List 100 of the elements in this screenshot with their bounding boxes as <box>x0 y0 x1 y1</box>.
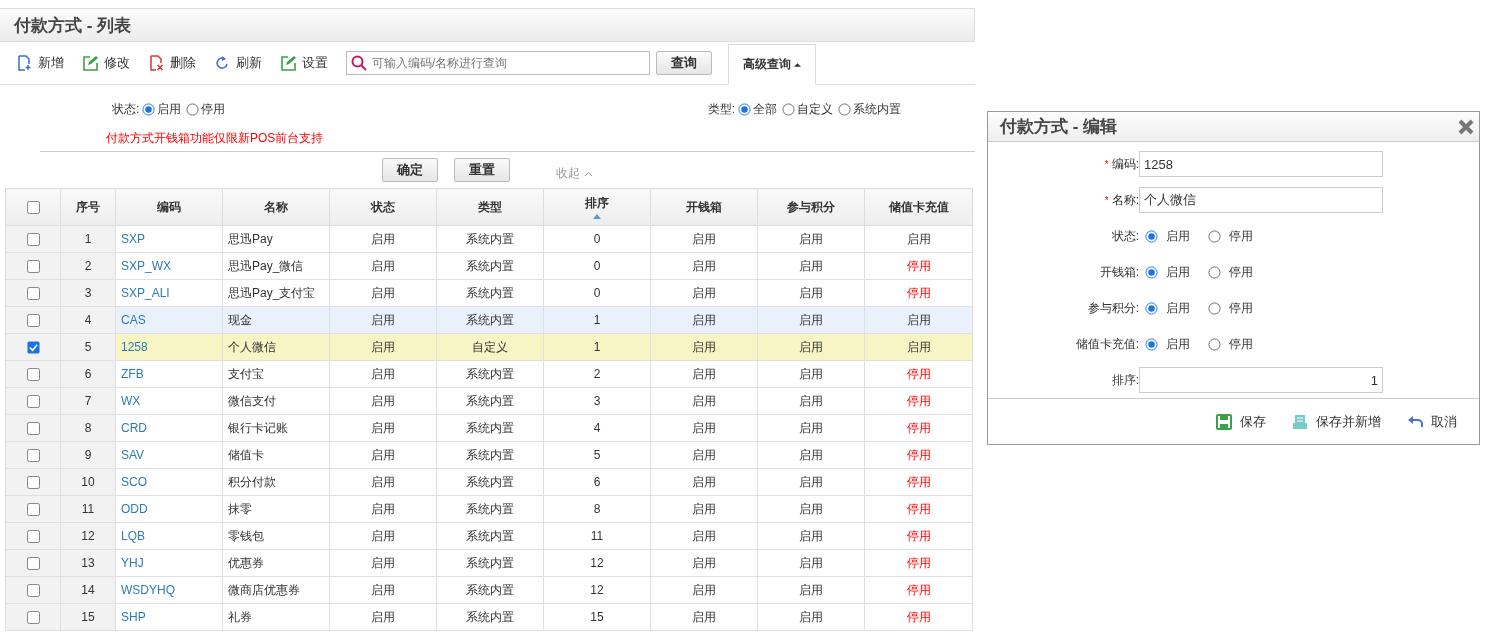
advanced-search-tab[interactable]: 高级查询 <box>728 44 816 85</box>
checkbox[interactable] <box>26 368 40 382</box>
radio-button[interactable] <box>1208 229 1221 243</box>
text-field[interactable]: 个人微信 <box>1139 187 1383 214</box>
table-cell: 1 <box>543 306 651 334</box>
checkbox[interactable] <box>26 314 40 328</box>
table-cell: 3 <box>543 387 651 415</box>
toolbar-button[interactable]: 刷新 <box>214 54 262 72</box>
search-button[interactable]: 查询 <box>656 51 712 75</box>
dialog-button[interactable]: 取消 <box>1407 412 1457 431</box>
column-header[interactable]: 参与积分 <box>757 188 865 226</box>
checkbox[interactable] <box>26 287 40 301</box>
table-cell: 思迅Pay <box>222 225 330 253</box>
confirm-button[interactable]: 确定 <box>382 157 438 182</box>
table-cell: 12 <box>543 549 651 577</box>
table-cell: 停用 <box>864 360 973 388</box>
checkbox[interactable] <box>26 476 40 490</box>
checkbox[interactable] <box>26 503 40 517</box>
caret-up-icon <box>794 62 801 67</box>
checkbox[interactable] <box>26 530 40 544</box>
table-cell: 0 <box>543 279 651 307</box>
radio-button[interactable] <box>1208 337 1221 351</box>
column-header[interactable]: 开钱箱 <box>650 188 758 226</box>
table-cell: 停用 <box>864 522 973 550</box>
table-cell: YHJ <box>115 549 223 577</box>
table-cell: 启用 <box>757 576 865 604</box>
table-cell: 启用 <box>329 252 437 280</box>
column-header[interactable]: 序号 <box>60 188 116 226</box>
table-cell: 启用 <box>329 279 437 307</box>
column-header[interactable]: 类型 <box>436 188 544 226</box>
checkbox[interactable] <box>26 557 40 571</box>
table-cell: 启用 <box>757 441 865 469</box>
column-header[interactable]: 编码 <box>115 188 223 226</box>
table-cell: 系统内置 <box>436 306 544 334</box>
table-cell: 系统内置 <box>436 387 544 415</box>
table-cell: 启用 <box>329 387 437 415</box>
checkbox[interactable] <box>26 611 40 625</box>
search-field[interactable]: 可输入编码/名称进行查询 <box>346 51 650 75</box>
column-header[interactable]: 排序 <box>543 188 651 226</box>
radio-label: 启用 <box>1166 227 1190 245</box>
column-header[interactable]: 名称 <box>222 188 330 226</box>
radio-button[interactable] <box>186 103 200 116</box>
checkbox[interactable] <box>26 260 40 274</box>
dialog-button[interactable]: 保存 <box>1216 412 1266 431</box>
table-cell: SAV <box>115 441 223 469</box>
table-cell: 启用 <box>650 522 758 550</box>
table-cell: SCO <box>115 468 223 496</box>
dialog-title: 付款方式 - 编辑 <box>1000 116 1118 139</box>
radio-button[interactable] <box>142 103 156 116</box>
dialog-button[interactable]: 保存并新增 <box>1292 412 1381 431</box>
radio-button[interactable] <box>1145 229 1158 243</box>
table-cell: 停用 <box>864 279 973 307</box>
radio-label: 启用 <box>1166 335 1190 353</box>
checkbox[interactable] <box>26 341 40 355</box>
close-icon[interactable] <box>1458 118 1474 135</box>
radio-button[interactable] <box>1208 265 1221 279</box>
checkbox[interactable] <box>26 422 40 436</box>
column-header[interactable]: 状态 <box>329 188 437 226</box>
table-cell: 抹零 <box>222 495 330 523</box>
toolbar-button[interactable]: 设置 <box>280 54 328 72</box>
radio-label: 停用 <box>1229 227 1253 245</box>
table-cell: 启用 <box>329 360 437 388</box>
radio-button[interactable] <box>1208 301 1221 315</box>
toolbar-button[interactable]: 新增 <box>16 54 64 72</box>
radio-button[interactable] <box>1145 265 1158 279</box>
field-label: 排序: <box>1110 371 1139 389</box>
radio-button[interactable] <box>838 103 851 116</box>
table-cell: SHP <box>115 603 223 631</box>
table-cell: 8 <box>543 495 651 523</box>
number-field[interactable]: 1 <box>1139 367 1383 394</box>
table-cell: 启用 <box>864 306 973 334</box>
column-header[interactable]: 储值卡充值 <box>864 188 973 226</box>
radio-button[interactable] <box>738 103 751 116</box>
table-cell: 15 <box>543 603 651 631</box>
filter-label: 状态: <box>112 101 140 118</box>
checkbox[interactable] <box>26 233 40 247</box>
checkbox[interactable] <box>26 449 40 463</box>
table-cell: 启用 <box>650 495 758 523</box>
table-cell: 6 <box>543 468 651 496</box>
table-cell: 个人微信 <box>222 333 330 361</box>
table-cell: 启用 <box>757 468 865 496</box>
reset-button[interactable]: 重置 <box>454 157 510 182</box>
toolbar-button[interactable]: 修改 <box>82 54 130 72</box>
field-label: 开钱箱: <box>1098 263 1139 281</box>
table-cell: LQB <box>115 522 223 550</box>
chevron-up-icon <box>584 170 593 177</box>
text-field[interactable]: 1258 <box>1139 151 1383 178</box>
table-cell: 5 <box>543 441 651 469</box>
table-cell: 启用 <box>757 306 865 334</box>
checkbox[interactable] <box>26 201 40 215</box>
radio-button[interactable] <box>1145 301 1158 315</box>
tray-icon <box>1292 413 1308 430</box>
table-cell: 启用 <box>329 522 437 550</box>
checkbox[interactable] <box>26 395 40 409</box>
radio-button[interactable] <box>1145 337 1158 351</box>
radio-button[interactable] <box>782 103 795 116</box>
radio-label: 停用 <box>1229 263 1253 281</box>
table-cell: 1258 <box>115 333 223 361</box>
checkbox[interactable] <box>26 584 40 598</box>
toolbar-button[interactable]: 删除 <box>148 54 196 72</box>
